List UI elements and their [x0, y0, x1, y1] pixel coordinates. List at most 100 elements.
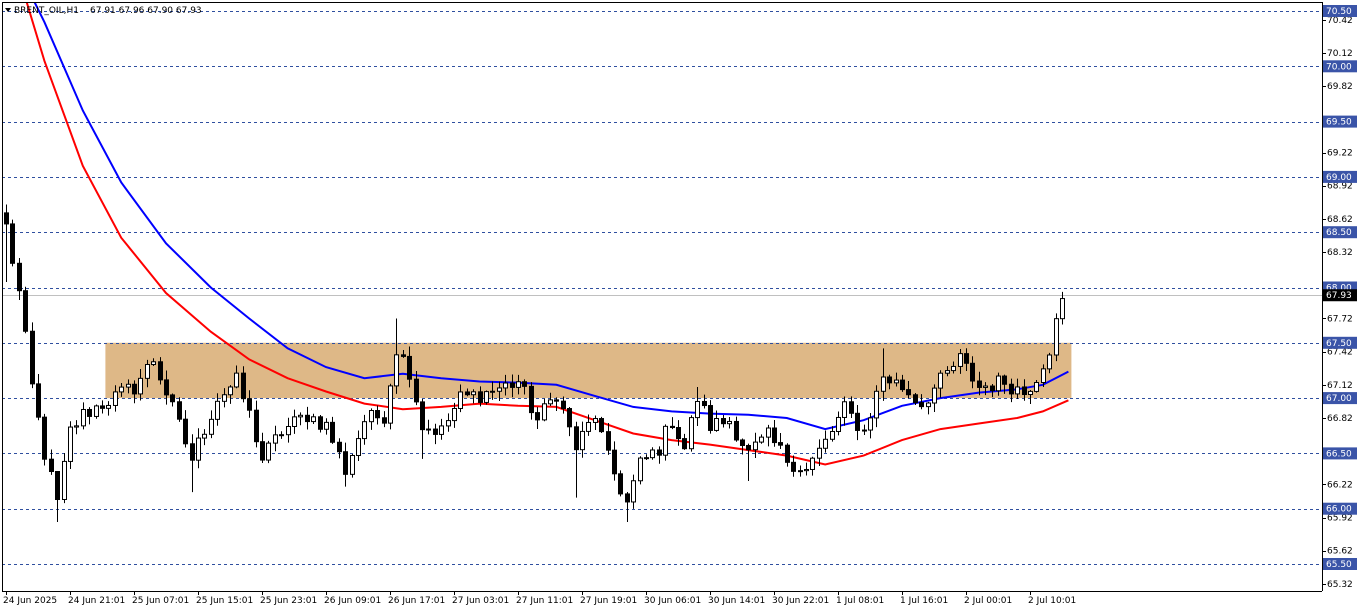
candle-up — [881, 376, 886, 392]
candle-down — [561, 400, 566, 410]
candle-down — [1002, 375, 1007, 385]
candle-up — [350, 454, 355, 475]
candle-up — [759, 436, 764, 443]
candle-up — [362, 421, 367, 440]
candle-up — [74, 425, 79, 428]
candle-down — [49, 458, 54, 473]
x-tick-label: 24 Jun 21:01 — [68, 596, 125, 606]
level-badge-label: 67.50 — [1326, 339, 1352, 349]
candle-down — [970, 362, 975, 382]
candle-up — [830, 430, 835, 440]
candle-up — [932, 387, 937, 404]
candle-down — [740, 439, 745, 446]
price-chart[interactable]: 70.4270.1269.8269.5269.2268.9268.6268.32… — [0, 0, 1362, 611]
candle-down — [574, 426, 579, 451]
candle-down — [657, 449, 662, 456]
candle-up — [874, 390, 879, 419]
candle-down — [55, 471, 60, 501]
level-badge-label: 69.50 — [1326, 118, 1352, 128]
candle-up — [631, 480, 636, 503]
candle-down — [887, 376, 892, 384]
candle-down — [708, 405, 713, 431]
candle-up — [68, 426, 73, 462]
level-badge-label: 66.00 — [1326, 505, 1352, 515]
candle-down — [746, 444, 751, 451]
chart-title: BRENT_OIL,H1 67.91 67.96 67.90 67.93 — [5, 6, 202, 16]
candle-up — [951, 365, 956, 372]
level-badge-label: 65.50 — [1326, 560, 1352, 570]
candle-up — [650, 449, 655, 459]
x-tick-label: 30 Jun 14:01 — [708, 596, 765, 606]
candle-up — [369, 410, 374, 423]
level-badge-label: 68.50 — [1326, 228, 1352, 238]
candle-up — [62, 460, 67, 501]
x-tick-label: 25 Jun 15:01 — [196, 596, 253, 606]
x-tick-label: 26 Jun 09:01 — [324, 596, 381, 606]
candle-down — [36, 383, 41, 418]
candle-up — [503, 382, 508, 389]
candle-up — [388, 385, 393, 424]
candle-down — [330, 421, 335, 443]
x-tick-label: 30 Jun 06:01 — [644, 596, 701, 606]
candle-up — [938, 372, 943, 389]
candle-up — [279, 434, 284, 437]
x-tick-label: 2 Jul 10:01 — [1028, 596, 1076, 606]
candle-up — [753, 441, 758, 451]
candle-down — [17, 262, 22, 292]
candle-up — [958, 353, 963, 367]
x-tick-label: 27 Jun 03:01 — [452, 596, 509, 606]
candle-up — [113, 391, 118, 406]
candle-down — [1022, 386, 1027, 396]
y-tick-label: 66.22 — [1327, 480, 1353, 490]
candle-down — [734, 420, 739, 441]
candle-down — [30, 330, 35, 385]
candle-down — [913, 394, 918, 404]
candle-up — [234, 372, 239, 388]
x-tick-label: 27 Jun 19:01 — [580, 596, 637, 606]
chart-background — [0, 0, 1362, 611]
candle-up — [798, 470, 803, 473]
candle-up — [1054, 318, 1059, 356]
candle-up — [1015, 386, 1020, 395]
y-tick-label: 68.32 — [1327, 248, 1353, 258]
candle-up — [484, 391, 489, 403]
y-tick-label: 70.12 — [1327, 49, 1353, 59]
candle-down — [977, 380, 982, 388]
candle-up — [106, 404, 111, 409]
candle-up — [394, 354, 399, 387]
candle-up — [1060, 298, 1065, 320]
candle-down — [337, 441, 342, 453]
y-tick-label: 66.82 — [1327, 414, 1353, 424]
candle-down — [702, 400, 707, 407]
y-tick-label: 67.12 — [1327, 381, 1353, 391]
candle-down — [190, 443, 195, 461]
candle-up — [516, 381, 521, 388]
candle-up — [209, 418, 214, 435]
candle-up — [145, 364, 150, 379]
level-badge-label: 66.50 — [1326, 449, 1352, 459]
candle-up — [228, 386, 233, 396]
candle-up — [983, 385, 988, 388]
candle-up — [458, 391, 463, 409]
candle-up — [292, 416, 297, 427]
y-tick-label: 70.42 — [1327, 16, 1353, 26]
candle-down — [414, 378, 419, 403]
x-tick-label: 25 Jun 23:01 — [260, 596, 317, 606]
candle-up — [273, 434, 278, 444]
candle-down — [990, 385, 995, 392]
candle-down — [625, 493, 630, 503]
candle-down — [247, 398, 252, 411]
candle-up — [926, 402, 931, 408]
x-tick-label: 26 Jun 17:01 — [388, 596, 445, 606]
y-tick-label: 65.62 — [1327, 547, 1353, 557]
candle-down — [1009, 383, 1014, 395]
candle-up — [324, 421, 329, 430]
candle-down — [529, 385, 534, 414]
candle-down — [612, 449, 617, 475]
candle-up — [580, 430, 585, 451]
candle-down — [10, 223, 15, 264]
y-tick-label: 68.62 — [1327, 215, 1353, 225]
candle-down — [382, 417, 387, 424]
candle-down — [599, 418, 604, 433]
candle-down — [4, 212, 9, 225]
